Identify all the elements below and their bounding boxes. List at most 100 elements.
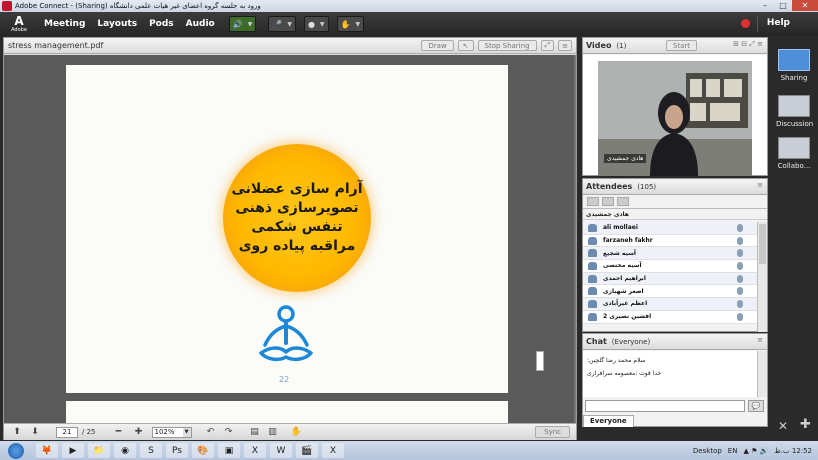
zoom-select[interactable]: 102% ▼ <box>151 426 192 438</box>
chevron-down-icon[interactable]: ▼ <box>287 21 292 28</box>
start-button-icon[interactable] <box>8 442 24 459</box>
hand-tool-icon[interactable]: ✋ <box>290 426 304 439</box>
list-item[interactable]: farzaneh fakhr <box>583 234 757 248</box>
chevron-down-icon[interactable]: ▼ <box>320 21 325 28</box>
pointer-icon: ↖ <box>462 41 469 50</box>
participant-video[interactable]: هادی جمشیدی <box>598 61 752 176</box>
close-layouts-icon[interactable]: ✕ <box>778 419 788 433</box>
sort-icon[interactable] <box>617 197 629 206</box>
chat-message: خدا قوت :معصومه سرافرازی <box>587 370 662 377</box>
menu-audio[interactable]: Audio <box>186 19 215 29</box>
chevron-down-icon[interactable]: ▼ <box>248 21 253 28</box>
vertical-scrollbar[interactable] <box>530 55 576 423</box>
excel-icon[interactable]: X <box>244 443 266 458</box>
tray-icons[interactable]: ▲ ⚑ 🔊 <box>743 447 768 455</box>
scrollbar-thumb[interactable] <box>536 351 544 371</box>
list-item[interactable]: اصغر شهبازی <box>583 285 757 299</box>
record-indicator-icon[interactable] <box>741 19 750 28</box>
speaker-toggle[interactable]: 🔊 ▼ <box>228 16 257 32</box>
close-button[interactable]: ✕ <box>792 0 818 11</box>
system-tray: Desktop EN ▲ ⚑ 🔊 12:52 ب.ظ <box>693 441 818 460</box>
scrollbar-track[interactable] <box>574 55 576 423</box>
chrome-icon[interactable]: ◉ <box>114 443 136 458</box>
skype-icon[interactable]: S <box>140 443 162 458</box>
menu-layouts[interactable]: Layouts <box>97 19 137 29</box>
help-menu[interactable]: Help <box>767 18 790 28</box>
media-player-icon[interactable]: ▶ <box>62 443 84 458</box>
pod-menu-icon[interactable]: ⊞ ⊟ ⤢ ≡ <box>733 40 763 49</box>
add-layout-icon[interactable]: ✚ <box>800 417 811 432</box>
chevron-down-icon[interactable]: ▼ <box>182 427 191 437</box>
pod-menu-button[interactable]: ≡ <box>558 40 572 51</box>
chevron-down-icon[interactable]: ▼ <box>356 21 361 28</box>
language-indicator[interactable]: EN <box>728 447 738 455</box>
start-video-button[interactable]: Start <box>665 40 697 51</box>
adobe-logo: A Adobe <box>11 14 27 33</box>
slide-line: تصویرسازی ذهنی <box>235 200 359 216</box>
pod-menu-icon[interactable]: ≡ <box>757 181 763 189</box>
window-title-bar: ورود به جلسه گروه اعضای غیر هیات علمی دا… <box>0 0 818 12</box>
document-viewer[interactable]: آرام سازی عضلانی تصویرسازی ذهنی تنفس شکم… <box>4 55 576 423</box>
user-icon <box>588 312 597 321</box>
adobe-connect-task-icon[interactable]: ▣ <box>218 443 240 458</box>
stop-sharing-button[interactable]: Stop Sharing <box>477 40 537 51</box>
firefox-icon[interactable]: 🦊 <box>36 443 58 458</box>
menu-meeting[interactable]: Meeting <box>44 19 85 29</box>
video-icon[interactable]: 🎬 <box>296 443 318 458</box>
zoom-out-minus-icon[interactable]: ━ <box>112 426 126 439</box>
paint-icon[interactable]: 🎨 <box>192 443 214 458</box>
draw-button[interactable]: Draw <box>421 40 454 51</box>
pointer-button[interactable]: ↖ <box>457 40 474 51</box>
chat-scrollbar[interactable] <box>757 351 767 397</box>
photoshop-icon[interactable]: Ps <box>166 443 188 458</box>
attendee-scrollbar[interactable] <box>757 222 767 332</box>
slide-text: آرام سازی عضلانی تصویرسازی ذهنی تنفس شکم… <box>223 180 371 256</box>
list-item[interactable]: ابراهیم احمدی <box>583 272 757 286</box>
fit-page-icon[interactable]: ▤ <box>248 426 262 439</box>
raise-hand-toggle[interactable]: ✋ ▼ <box>336 16 365 32</box>
microphone-icon <box>737 287 743 296</box>
layout-collaboration[interactable]: Collabo... <box>776 137 812 170</box>
chat-input[interactable] <box>585 400 745 412</box>
participant-name-label: هادی جمشیدی <box>604 154 647 163</box>
user-icon <box>588 249 597 258</box>
scrollbar-thumb[interactable] <box>759 224 766 264</box>
document-toolbar: ⬆ ⬇ 21 / 25 ━ ✚ 102% ▼ ↶ ↷ ▤ ▥ ✋ Sync <box>4 423 576 440</box>
layout-discussion[interactable]: Discussion <box>776 95 813 128</box>
list-item[interactable]: افشین نصیری 2 <box>583 310 757 324</box>
pod-menu-icon[interactable]: ≡ <box>757 336 763 344</box>
breakout-icon[interactable] <box>602 197 614 206</box>
layout-sharing[interactable]: Sharing <box>776 49 812 82</box>
rotate-right-icon[interactable]: ↷ <box>222 426 236 439</box>
next-page-down-arrow-icon[interactable]: ⬇ <box>28 426 42 439</box>
maximize-button[interactable]: □ <box>774 0 792 11</box>
minimize-button[interactable]: – <box>756 0 774 11</box>
rotate-left-icon[interactable]: ↶ <box>204 426 218 439</box>
desktop-toolbar-label[interactable]: Desktop <box>693 447 722 455</box>
list-view-icon[interactable] <box>587 197 599 206</box>
file-explorer-icon[interactable]: 📁 <box>88 443 110 458</box>
attendees-pod: Attendees (105) ≡ هادی جمشیدی ali mollae… <box>582 178 768 332</box>
chat-messages: سلام محمد رضا گلچین: خدا قوت :معصومه سرا… <box>583 351 757 397</box>
chat-tab-everyone[interactable]: Everyone <box>583 415 634 427</box>
send-button[interactable]: 💬 <box>748 400 764 412</box>
list-item[interactable]: آسیه مختصی <box>583 260 757 273</box>
fullscreen-button[interactable]: ⤢ <box>540 40 555 51</box>
word-icon[interactable]: W <box>270 443 292 458</box>
list-item[interactable]: آسیه شجیع <box>583 247 757 261</box>
excel-active-icon[interactable]: X <box>322 443 344 458</box>
host-row[interactable]: هادی جمشیدی <box>583 209 767 220</box>
zoom-in-plus-icon[interactable]: ✚ <box>132 426 146 439</box>
page-number-input[interactable]: 21 <box>56 426 78 438</box>
chat-message: سلام محمد رضا گلچین: <box>587 357 646 364</box>
fit-width-icon[interactable]: ▥ <box>266 426 280 439</box>
microphone-icon <box>737 312 743 321</box>
list-item[interactable]: ali mollaei <box>583 222 757 235</box>
clock[interactable]: 12:52 ب.ظ <box>774 447 812 455</box>
webcam-toggle[interactable]: ● ▼ <box>303 16 329 32</box>
microphone-toggle[interactable]: 🎤 ▼ <box>268 16 296 32</box>
prev-page-up-arrow-icon[interactable]: ⬆ <box>10 426 24 439</box>
sync-button[interactable]: Sync <box>535 426 570 438</box>
menu-pods[interactable]: Pods <box>149 19 174 29</box>
list-item[interactable]: اعظم غیرآبادی <box>583 298 757 311</box>
